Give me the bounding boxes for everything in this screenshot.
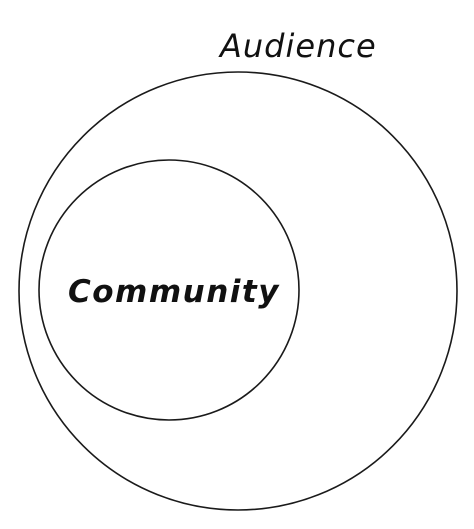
venn-diagram: Audience Community: [18, 27, 458, 511]
audience-label: Audience: [218, 27, 377, 65]
community-label: Community: [68, 274, 280, 310]
